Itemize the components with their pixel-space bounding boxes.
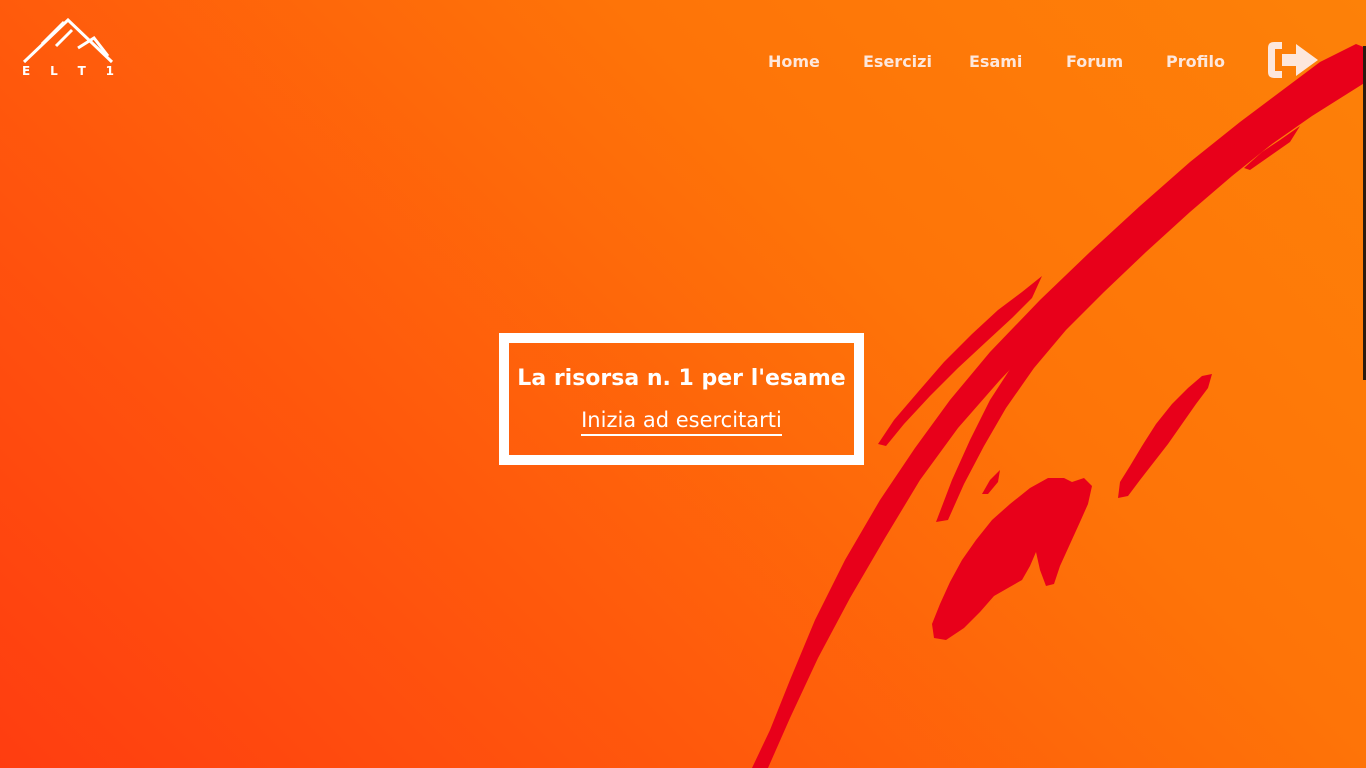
mountain-logo-icon bbox=[22, 18, 114, 64]
nav-item-esercizi[interactable]: Esercizi bbox=[863, 48, 932, 76]
nav-item-forum[interactable]: Forum bbox=[1066, 48, 1123, 76]
logo-text: E L T 1 bbox=[22, 64, 114, 78]
logo-letter: E bbox=[22, 64, 31, 78]
nav-item-home[interactable]: Home bbox=[768, 48, 820, 76]
sign-out-icon bbox=[1268, 42, 1318, 78]
nav-item-esami[interactable]: Esami bbox=[969, 48, 1022, 76]
logout-button[interactable] bbox=[1266, 40, 1320, 80]
start-practice-link[interactable]: Inizia ad esercitarti bbox=[581, 407, 782, 436]
brand-logo[interactable]: E L T 1 bbox=[22, 18, 114, 80]
nav-item-profilo[interactable]: Profilo bbox=[1166, 48, 1225, 76]
hero-title: La risorsa n. 1 per l'esame bbox=[517, 366, 846, 391]
logo-letter: 1 bbox=[105, 64, 114, 78]
page-background: E L T 1 Home Esercizi Esami Forum Profil… bbox=[0, 0, 1366, 768]
logo-letter: T bbox=[77, 64, 86, 78]
hero-box: La risorsa n. 1 per l'esame Inizia ad es… bbox=[499, 333, 864, 465]
logo-letter: L bbox=[50, 64, 58, 78]
